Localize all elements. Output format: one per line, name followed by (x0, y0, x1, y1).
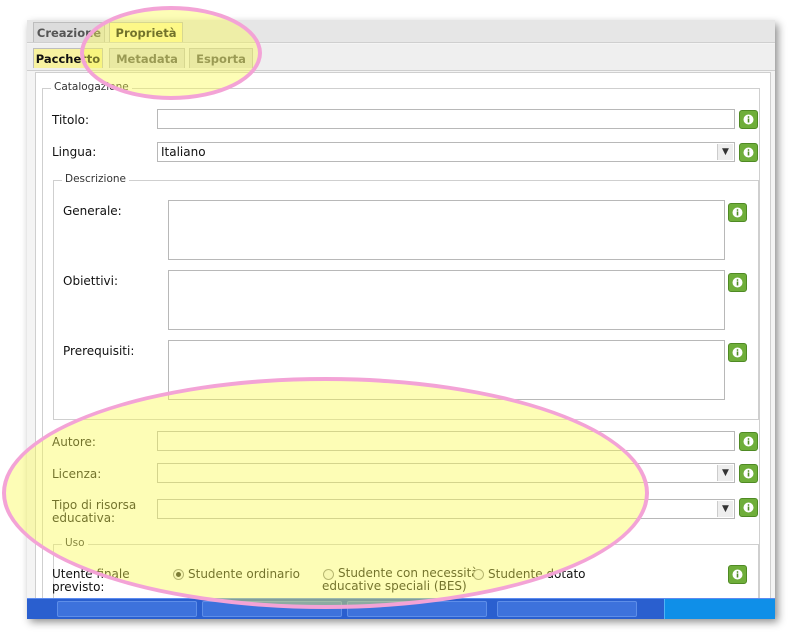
obiettivi-label: Obiettivi: (63, 274, 119, 288)
info-icon[interactable] (739, 432, 758, 451)
chevron-down-icon[interactable]: ▼ (717, 501, 733, 517)
autore-label: Autore: (52, 435, 96, 449)
catalogazione-legend: Catalogazione (51, 81, 132, 93)
licenza-select[interactable]: ▼ (157, 463, 735, 483)
prerequisiti-label: Prerequisiti: (63, 344, 135, 358)
titolo-label: Titolo: (52, 113, 90, 127)
info-icon[interactable] (739, 464, 758, 483)
lingua-select-value: Italiano (161, 145, 206, 159)
info-icon[interactable] (739, 498, 758, 517)
radio-studente-ordinario[interactable] (173, 569, 184, 580)
sub-tabbar: Pacchetto Metadata Esporta (27, 44, 775, 71)
tab-proprieta[interactable]: Proprietà (109, 22, 183, 42)
system-tray (664, 599, 775, 619)
taskbar-button[interactable] (57, 601, 197, 617)
utente-finale-label: Utente finale previsto: (52, 567, 130, 594)
app-window: Creazione Proprietà Pacchetto Metadata E… (27, 20, 775, 618)
info-icon[interactable] (739, 143, 758, 162)
tipo-risorsa-select[interactable]: ▼ (157, 499, 735, 519)
taskbar (27, 598, 775, 619)
titolo-input[interactable] (157, 109, 735, 129)
info-icon[interactable] (739, 110, 758, 129)
tipo-risorsa-label: Tipo di risorsa educativa: (52, 498, 137, 525)
lingua-select[interactable]: Italiano ▼ (157, 142, 735, 162)
taskbar-button[interactable] (497, 601, 637, 617)
licenza-label: Licenza: (52, 467, 102, 481)
uso-legend: Uso (62, 537, 88, 549)
radio-studente-dotato[interactable] (473, 569, 484, 580)
tab-pacchetto[interactable]: Pacchetto (33, 48, 103, 68)
option-studente-dotato: Studente dotato (488, 567, 586, 581)
prerequisiti-textarea[interactable] (168, 340, 725, 400)
obiettivi-textarea[interactable] (168, 270, 725, 330)
lingua-label: Lingua: (52, 145, 97, 159)
info-icon[interactable] (728, 203, 747, 222)
main-tabbar: Creazione Proprietà (27, 20, 775, 43)
autore-input[interactable] (157, 431, 735, 451)
tab-metadata[interactable]: Metadata (109, 48, 185, 68)
option-studente-bes: Studente con necessità educative special… (322, 566, 479, 593)
generale-label: Generale: (63, 204, 122, 218)
descrizione-legend: Descrizione (62, 173, 129, 185)
info-icon[interactable] (728, 343, 747, 362)
tab-esporta[interactable]: Esporta (189, 48, 253, 68)
generale-textarea[interactable] (168, 200, 725, 260)
chevron-down-icon[interactable]: ▼ (717, 144, 733, 160)
tab-creazione[interactable]: Creazione (33, 22, 105, 42)
taskbar-button[interactable] (347, 601, 487, 617)
option-studente-ordinario: Studente ordinario (188, 567, 301, 581)
info-icon[interactable] (728, 565, 747, 584)
taskbar-button[interactable] (202, 601, 342, 617)
info-icon[interactable] (728, 273, 747, 292)
chevron-down-icon[interactable]: ▼ (717, 465, 733, 481)
properties-panel: Catalogazione Titolo: Lingua: Italiano ▼… (35, 72, 771, 618)
